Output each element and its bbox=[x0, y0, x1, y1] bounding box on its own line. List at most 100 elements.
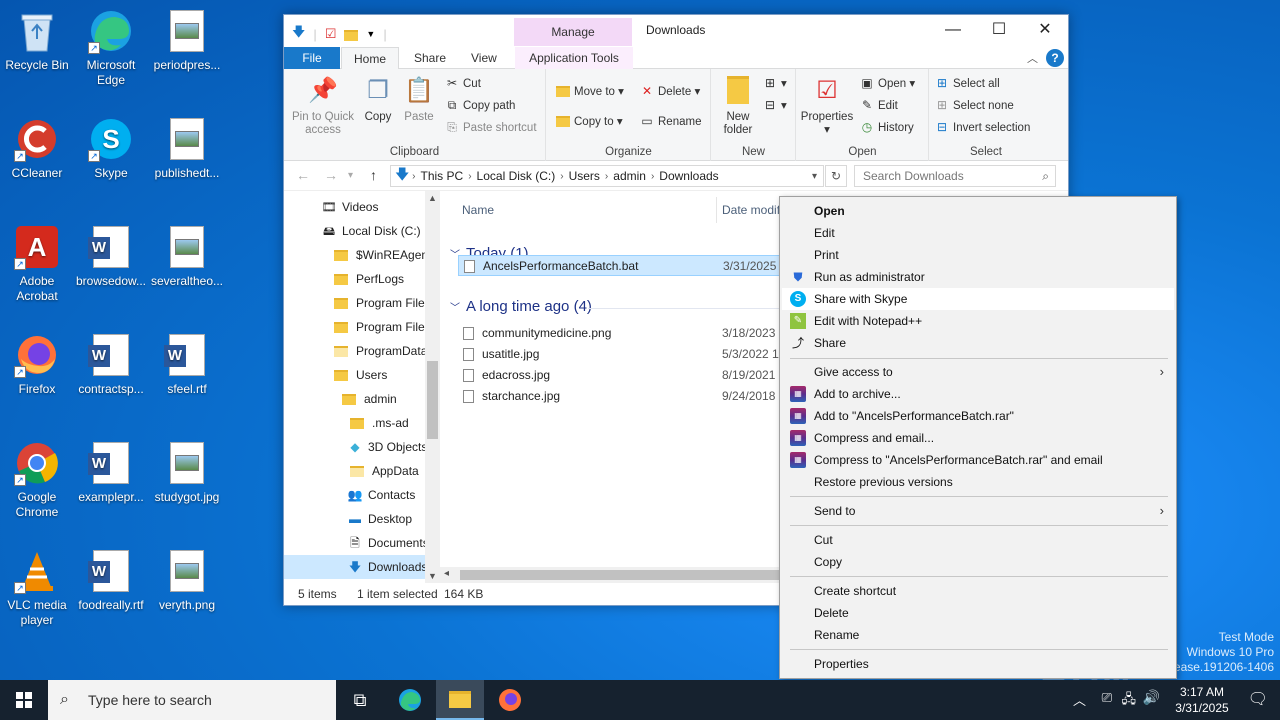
manage-tab[interactable]: Manage bbox=[514, 18, 632, 46]
history-button[interactable]: ◷ History bbox=[859, 117, 914, 137]
group-header-long-ago[interactable]: ﹀ A long time ago (4) bbox=[450, 298, 592, 315]
refresh-button[interactable]: ↻ bbox=[825, 165, 847, 187]
edit-button[interactable]: ✎ Edit bbox=[859, 95, 898, 115]
menu-item-create-shortcut[interactable]: Create shortcut bbox=[782, 580, 1174, 602]
desktop-icon-studygot[interactable]: studygot.jpg bbox=[150, 440, 224, 505]
nav-item-videos[interactable]: 🎞 Videos bbox=[320, 195, 378, 219]
nav-item-admin[interactable]: admin bbox=[342, 387, 397, 411]
scroll-left-icon[interactable]: ◂ bbox=[444, 568, 449, 579]
nav-item-local-disk[interactable]: 🖴 Local Disk (C:) bbox=[320, 219, 421, 243]
chevron-up-icon[interactable]: ︿ bbox=[1073, 690, 1086, 709]
menu-item-run-as-admin[interactable]: ⛊ Run as administrator bbox=[782, 266, 1174, 288]
menu-item-share-skype[interactable]: S Share with Skype bbox=[782, 288, 1174, 310]
address-box[interactable]: 🡇 › This PC › Local Disk (C:) › Users › adm… bbox=[390, 165, 824, 187]
desktop-icon-severaltheo[interactable]: severaltheo... bbox=[150, 224, 224, 289]
cut-button[interactable]: ✂ Cut bbox=[444, 73, 481, 93]
desktop-icon-skype[interactable]: S ↗ Skype bbox=[74, 116, 148, 181]
qat-dropdown-icon[interactable]: ▼ bbox=[366, 29, 375, 39]
network-adapter-icon[interactable]: ⎚ bbox=[1102, 690, 1112, 706]
clock[interactable]: 3:17 AM 3/31/2025 bbox=[1170, 684, 1234, 716]
help-icon[interactable]: ? bbox=[1046, 49, 1064, 67]
nav-item-desktop[interactable]: ▬ Desktop bbox=[346, 507, 412, 531]
recent-dropdown-icon[interactable]: ▾ bbox=[348, 170, 353, 181]
menu-item-compress-rar-email[interactable]: ▦ Compress to "AncelsPerformanceBatch.rar… bbox=[782, 449, 1174, 471]
start-button[interactable] bbox=[0, 680, 48, 720]
menu-item-share[interactable]: ⤴ Share bbox=[782, 332, 1174, 354]
desktop-icon-browsedow[interactable]: W browsedow... bbox=[74, 224, 148, 289]
ribbon-collapse-icon[interactable]: ︿ bbox=[1027, 50, 1038, 66]
desktop-icon-veryth[interactable]: veryth.png bbox=[150, 548, 224, 613]
nav-item-perflogs[interactable]: PerfLogs bbox=[334, 267, 404, 291]
menu-item-edit-notepadpp[interactable]: ✎ Edit with Notepad++ bbox=[782, 310, 1174, 332]
tab-share[interactable]: Share bbox=[402, 47, 458, 69]
menu-item-open[interactable]: Open bbox=[782, 200, 1174, 222]
nav-item-programdata[interactable]: ProgramData bbox=[334, 339, 427, 363]
breadcrumb-local-disk[interactable]: Local Disk (C:) bbox=[477, 169, 556, 183]
maximize-button[interactable]: ☐ bbox=[976, 15, 1022, 45]
nav-scrollbar[interactable]: ▲ ▼ bbox=[425, 191, 440, 583]
new-item-button[interactable]: ⊞ ▾ bbox=[762, 73, 787, 93]
menu-item-delete[interactable]: Delete bbox=[782, 602, 1174, 624]
menu-item-edit[interactable]: Edit bbox=[782, 222, 1174, 244]
desktop-icon-ccleaner[interactable]: ↗ CCleaner bbox=[0, 116, 74, 181]
paste-button[interactable]: 📋 Paste bbox=[400, 73, 438, 124]
invert-selection-button[interactable]: ⊟ Invert selection bbox=[934, 117, 1030, 137]
desktop-icon-sfeel[interactable]: W sfeel.rtf bbox=[150, 332, 224, 397]
breadcrumb-admin[interactable]: admin bbox=[613, 169, 646, 183]
desktop-icon-contractsp[interactable]: W contractsp... bbox=[74, 332, 148, 397]
desktop-icon-firefox[interactable]: ↗ Firefox bbox=[0, 332, 74, 397]
rename-button[interactable]: ▭ Rename bbox=[639, 111, 701, 131]
pin-quick-access-button[interactable]: 📌 Pin to Quick access bbox=[288, 73, 358, 137]
close-button[interactable]: ✕ bbox=[1022, 15, 1068, 45]
properties-check-icon[interactable]: ☑ bbox=[325, 26, 337, 42]
desktop-icon-edge[interactable]: ↗ Microsoft Edge bbox=[74, 8, 148, 88]
menu-item-compress-email[interactable]: ▦ Compress and email... bbox=[782, 427, 1174, 449]
menu-item-send-to[interactable]: Send to › bbox=[782, 500, 1174, 522]
search-input[interactable]: Search Downloads ⌕ bbox=[854, 165, 1056, 187]
menu-item-add-archive[interactable]: ▦ Add to archive... bbox=[782, 383, 1174, 405]
nav-item-documents[interactable]: 🗎 Documents bbox=[346, 531, 429, 555]
address-dropdown-icon[interactable]: ▾ bbox=[812, 171, 817, 182]
select-none-button[interactable]: ⊞ Select none bbox=[934, 95, 1014, 115]
desktop-icon-periodpres[interactable]: periodpres... bbox=[150, 8, 224, 73]
paste-shortcut-button[interactable]: ⎘ Paste shortcut bbox=[444, 117, 536, 137]
nav-item-3d-objects[interactable]: ◆ 3D Objects bbox=[346, 435, 427, 459]
tab-home[interactable]: Home bbox=[341, 47, 400, 70]
tab-file[interactable]: File bbox=[284, 47, 340, 69]
column-header-name[interactable]: Name bbox=[462, 203, 494, 217]
breadcrumb-this-pc[interactable]: This PC bbox=[421, 169, 464, 183]
select-all-button[interactable]: ⊞ Select all bbox=[934, 73, 1000, 93]
menu-item-properties[interactable]: Properties bbox=[782, 653, 1174, 675]
scroll-down-icon[interactable]: ▼ bbox=[428, 571, 437, 581]
delete-button[interactable]: ✕ Delete ▾ bbox=[639, 81, 700, 101]
desktop-icon-recycle-bin[interactable]: Recycle Bin bbox=[0, 8, 74, 73]
open-button[interactable]: ▣ Open ▾ bbox=[859, 73, 915, 93]
nav-item-ms-ad[interactable]: .ms-ad bbox=[350, 411, 409, 435]
tab-application-tools[interactable]: Application Tools bbox=[515, 47, 633, 69]
menu-item-restore-versions[interactable]: Restore previous versions bbox=[782, 471, 1174, 493]
forward-arrow-icon[interactable]: → bbox=[324, 167, 338, 183]
tab-view[interactable]: View bbox=[459, 47, 509, 69]
back-arrow-icon[interactable]: ← bbox=[296, 167, 310, 183]
nav-item-program-files-x86[interactable]: Program Files bbox=[334, 315, 431, 339]
notifications-icon[interactable]: 🗨 bbox=[1248, 689, 1268, 709]
menu-item-copy[interactable]: Copy bbox=[782, 551, 1174, 573]
menu-item-rename[interactable]: Rename bbox=[782, 624, 1174, 646]
desktop-icon-examplepr[interactable]: W examplepr... bbox=[74, 440, 148, 505]
menu-item-print[interactable]: Print bbox=[782, 244, 1174, 266]
minimize-button[interactable]: — bbox=[930, 15, 976, 45]
nav-item-appdata[interactable]: AppData bbox=[350, 459, 419, 483]
copy-path-button[interactable]: ⧉ Copy path bbox=[444, 95, 516, 115]
copy-to-button[interactable]: Copy to ▾ bbox=[555, 111, 623, 131]
desktop-icon-chrome[interactable]: ↗ Google Chrome bbox=[0, 440, 74, 520]
taskbar-edge-button[interactable] bbox=[386, 680, 434, 720]
properties-button[interactable]: ☑ Properties ▾ bbox=[799, 73, 855, 137]
nav-item-winreagent[interactable]: $WinREAgent bbox=[334, 243, 431, 267]
horizontal-scroll-thumb[interactable] bbox=[460, 570, 780, 580]
menu-item-cut[interactable]: Cut bbox=[782, 529, 1174, 551]
menu-item-add-rar[interactable]: ▦ Add to "AncelsPerformanceBatch.rar" bbox=[782, 405, 1174, 427]
up-arrow-icon[interactable]: ↑ bbox=[370, 167, 377, 183]
desktop-icon-acrobat[interactable]: A ↗ Adobe Acrobat bbox=[0, 224, 74, 304]
easy-access-button[interactable]: ⊟ ▾ bbox=[762, 95, 787, 115]
scroll-up-icon[interactable]: ▲ bbox=[428, 193, 437, 203]
